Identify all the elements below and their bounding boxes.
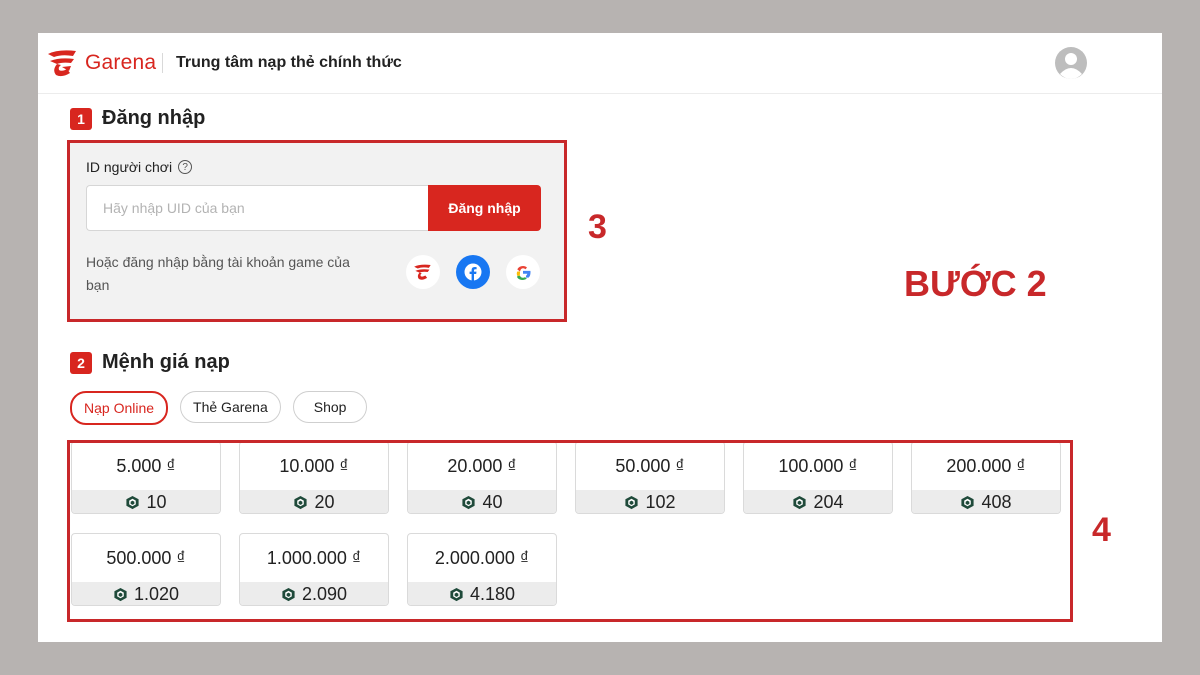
payment-method-tabs: Nạp Online Thẻ Garena Shop [70, 391, 379, 425]
tab-shop[interactable]: Shop [292, 391, 368, 423]
denomination-highlight-box [67, 440, 1073, 622]
login-section-title: Đăng nhập [102, 107, 206, 129]
step-number-badge: 2 [70, 351, 92, 374]
denomination-section-title: Mệnh giá nạp [102, 351, 230, 373]
step-number-badge: 1 [70, 107, 92, 130]
recharge-page: Garena Trung tâm nạp thẻ chính thức 1 Đă… [38, 33, 1162, 642]
header-divider [162, 53, 163, 73]
header-title: Trung tâm nạp thẻ chính thức [176, 54, 402, 71]
denomination-section-heading: 2 Mệnh giá nạp [70, 351, 230, 374]
tab-nap-online[interactable]: Nạp Online [70, 391, 169, 425]
brand-name[interactable]: Garena [85, 51, 156, 75]
top-header: Garena Trung tâm nạp thẻ chính thức [38, 33, 1162, 94]
user-avatar-icon[interactable] [1054, 46, 1088, 80]
garena-logo-icon[interactable] [46, 48, 80, 78]
login-highlight-box [67, 140, 567, 322]
step-caption: BƯỚC 2 [904, 263, 1047, 304]
login-section-heading: 1 Đăng nhập [70, 107, 205, 130]
tab-the-garena[interactable]: Thẻ Garena [180, 391, 281, 423]
login-step-marker: 3 [588, 208, 607, 246]
denomination-step-marker: 4 [1092, 511, 1111, 549]
